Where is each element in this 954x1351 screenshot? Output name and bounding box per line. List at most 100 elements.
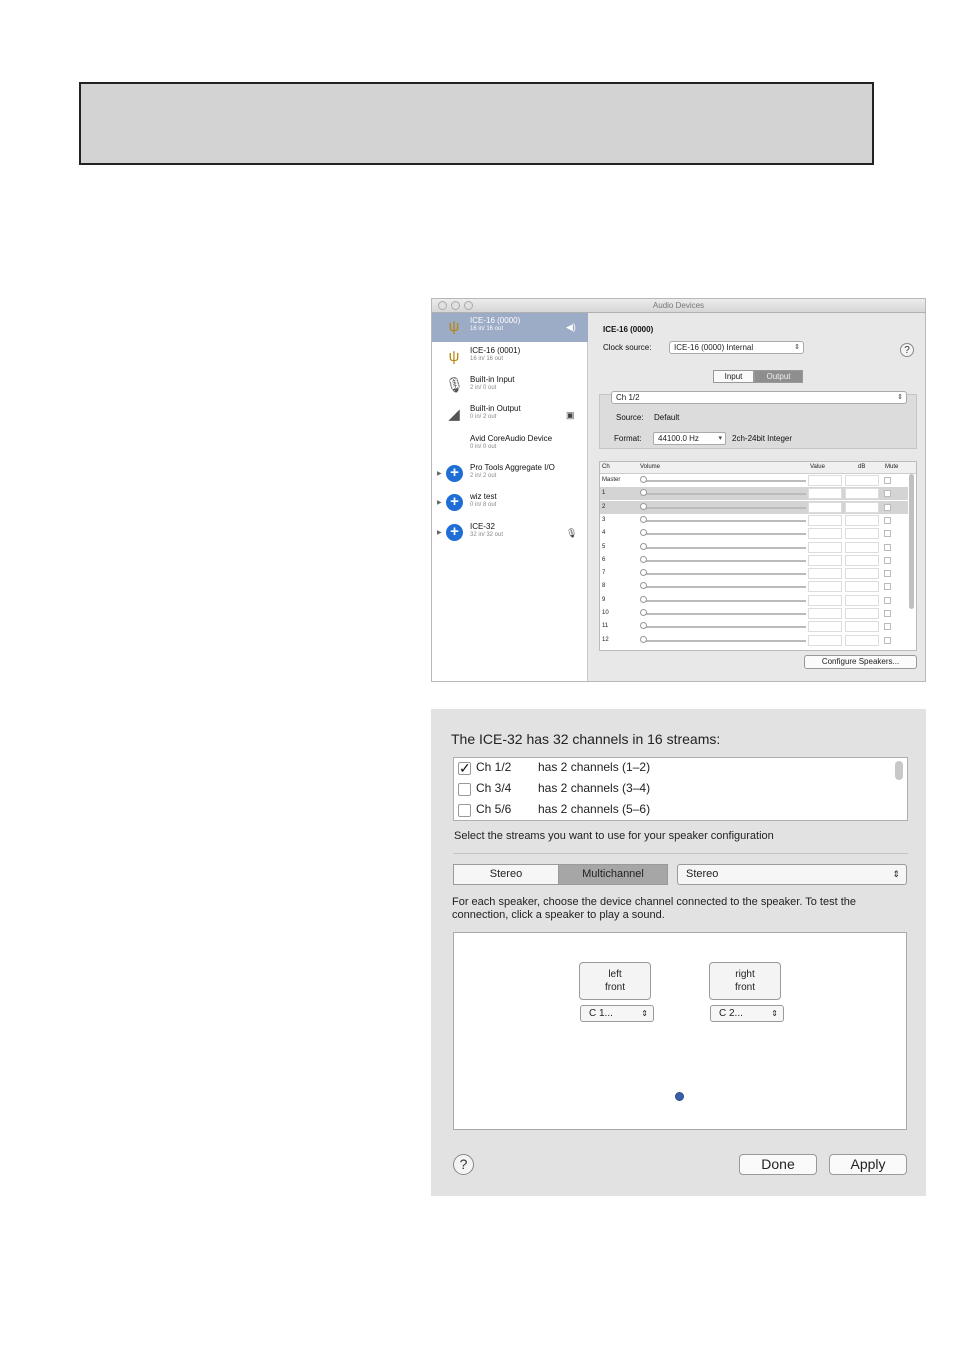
apply-button[interactable]: Apply bbox=[829, 1154, 907, 1175]
value-field[interactable] bbox=[808, 554, 842, 566]
disclosure-triangle-icon[interactable]: ▶ bbox=[437, 499, 442, 506]
table-row[interactable]: 7 bbox=[600, 567, 908, 580]
speaker-channel-select[interactable]: C 1... ⇕ bbox=[580, 1005, 654, 1022]
volume-slider-knob[interactable] bbox=[640, 609, 647, 616]
list-item[interactable]: Ch 5/6 has 2 channels (5–6) bbox=[454, 800, 894, 821]
table-row[interactable]: 8 bbox=[600, 580, 908, 593]
table-row[interactable]: 10 bbox=[600, 607, 908, 620]
value-field[interactable] bbox=[808, 608, 842, 619]
device-item[interactable]: ▶ + Pro Tools Aggregate I/O 2 in/ 2 out bbox=[432, 460, 588, 489]
value-field[interactable] bbox=[808, 541, 842, 553]
db-field[interactable] bbox=[845, 541, 879, 553]
value-field[interactable] bbox=[808, 528, 842, 540]
table-row[interactable]: 1 bbox=[600, 487, 908, 501]
value-field[interactable] bbox=[808, 568, 842, 580]
value-field[interactable] bbox=[808, 488, 842, 500]
mute-checkbox[interactable] bbox=[884, 596, 891, 604]
value-field[interactable] bbox=[808, 634, 842, 646]
db-field[interactable] bbox=[845, 528, 879, 540]
mute-checkbox[interactable] bbox=[884, 543, 891, 551]
value-field[interactable] bbox=[808, 501, 842, 513]
table-row[interactable]: 2 bbox=[600, 500, 908, 514]
help-button[interactable]: ? bbox=[900, 343, 914, 357]
tab-input[interactable]: Input bbox=[713, 370, 754, 383]
volume-slider-track[interactable] bbox=[642, 639, 806, 642]
tab-stereo[interactable]: Stereo bbox=[453, 864, 559, 885]
volume-slider-track[interactable] bbox=[642, 626, 806, 629]
db-field[interactable] bbox=[845, 514, 879, 526]
list-item[interactable]: Ch 3/4 has 2 channels (3–4) bbox=[454, 779, 894, 800]
mute-checkbox[interactable] bbox=[884, 583, 891, 591]
disclosure-triangle-icon[interactable]: ▶ bbox=[437, 470, 442, 477]
value-field[interactable] bbox=[808, 621, 842, 633]
tab-multichannel[interactable]: Multichannel bbox=[558, 864, 668, 885]
done-button[interactable]: Done bbox=[739, 1154, 817, 1175]
mute-checkbox[interactable] bbox=[884, 490, 891, 498]
volume-slider-knob[interactable] bbox=[640, 542, 647, 550]
volume-slider-track[interactable] bbox=[642, 480, 806, 482]
table-row[interactable]: 6 bbox=[600, 554, 908, 567]
volume-slider-knob[interactable] bbox=[640, 555, 647, 563]
table-row[interactable]: 11 bbox=[600, 620, 908, 633]
db-field[interactable] bbox=[845, 608, 879, 619]
mute-checkbox[interactable] bbox=[884, 556, 891, 564]
table-row[interactable]: 9 bbox=[600, 594, 908, 607]
mute-checkbox[interactable] bbox=[884, 623, 891, 631]
speaker-right-front[interactable]: right front bbox=[709, 962, 781, 1000]
device-item[interactable]: ◢ Built-in Output 0 in/ 2 out ▣ bbox=[432, 401, 588, 430]
device-item[interactable]: ▶ + ICE-32 32 in/ 32 out 🎙 bbox=[432, 519, 588, 548]
format-rate-select[interactable]: 44100.0 Hz ▾ bbox=[653, 432, 726, 445]
device-item[interactable]: ▶ + wiz test 0 in/ 8 out bbox=[432, 489, 588, 518]
volume-slider-track[interactable] bbox=[642, 533, 806, 536]
volume-slider-track[interactable] bbox=[642, 546, 806, 549]
mute-checkbox[interactable] bbox=[884, 636, 891, 644]
volume-slider-knob[interactable] bbox=[640, 635, 647, 643]
volume-slider-track[interactable] bbox=[642, 493, 806, 496]
volume-slider-track[interactable] bbox=[642, 573, 806, 576]
speaker-left-front[interactable]: left front bbox=[579, 962, 651, 1000]
db-field[interactable] bbox=[845, 475, 879, 486]
device-item[interactable]: 🎙 Built-in Input 2 in/ 0 out bbox=[432, 372, 588, 401]
table-row[interactable]: 12 bbox=[600, 634, 908, 647]
mute-checkbox[interactable] bbox=[884, 516, 891, 524]
tab-output[interactable]: Output bbox=[754, 370, 803, 383]
configure-speakers-button[interactable]: Configure Speakers... bbox=[804, 655, 917, 669]
db-field[interactable] bbox=[845, 488, 879, 500]
volume-slider-knob[interactable] bbox=[640, 476, 647, 483]
stream-checkbox[interactable] bbox=[458, 804, 471, 817]
volume-slider-track[interactable] bbox=[642, 519, 806, 522]
mute-checkbox[interactable] bbox=[884, 503, 891, 511]
volume-slider-track[interactable] bbox=[642, 613, 806, 615]
table-scrollbar[interactable] bbox=[909, 474, 914, 609]
volume-slider-track[interactable] bbox=[642, 586, 806, 589]
value-field[interactable] bbox=[808, 581, 842, 593]
volume-slider-track[interactable] bbox=[642, 599, 806, 602]
help-button[interactable]: ? bbox=[453, 1154, 474, 1175]
table-row[interactable]: 4 bbox=[600, 527, 908, 540]
volume-slider-knob[interactable] bbox=[640, 515, 647, 523]
device-item[interactable]: Avid CoreAudio Device 0 in/ 0 out bbox=[432, 431, 588, 460]
volume-slider-knob[interactable] bbox=[640, 502, 647, 510]
table-row[interactable]: 5 bbox=[600, 541, 908, 554]
value-field[interactable] bbox=[808, 514, 842, 526]
volume-slider-knob[interactable] bbox=[640, 595, 647, 603]
db-field[interactable] bbox=[845, 634, 879, 646]
db-field[interactable] bbox=[845, 568, 879, 580]
clock-source-select[interactable]: ICE-16 (0000) Internal ⇕ bbox=[669, 341, 804, 354]
disclosure-triangle-icon[interactable]: ▶ bbox=[437, 529, 442, 536]
volume-slider-track[interactable] bbox=[642, 506, 806, 509]
value-field[interactable] bbox=[808, 594, 842, 606]
mute-checkbox[interactable] bbox=[884, 570, 891, 578]
mute-checkbox[interactable] bbox=[884, 610, 891, 617]
speaker-channel-select[interactable]: C 2... ⇕ bbox=[710, 1005, 784, 1022]
stream-select[interactable]: Ch 1/2 ⇕ bbox=[611, 391, 907, 404]
list-item[interactable]: ✓ Ch 1/2 has 2 channels (1–2) bbox=[454, 758, 894, 779]
device-item[interactable]: ψ ICE-16 (0000) 16 in/ 16 out ◀) bbox=[432, 313, 588, 342]
db-field[interactable] bbox=[845, 594, 879, 606]
table-row[interactable]: Master bbox=[600, 474, 908, 487]
db-field[interactable] bbox=[845, 554, 879, 566]
stream-checkbox[interactable] bbox=[458, 783, 471, 796]
table-row[interactable]: 3 bbox=[600, 514, 908, 527]
mute-checkbox[interactable] bbox=[884, 530, 891, 538]
db-field[interactable] bbox=[845, 581, 879, 593]
